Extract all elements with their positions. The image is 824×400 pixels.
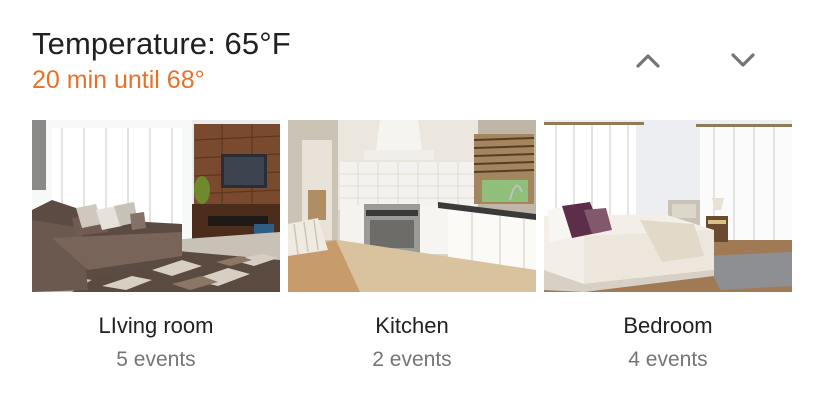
card-header: Temperature: 65°F 20 min until 68° xyxy=(32,26,291,96)
room-event-count: 4 events xyxy=(628,348,708,371)
kitchen-photo xyxy=(288,120,536,292)
living-room-photo xyxy=(32,120,280,292)
temperature-eta: 20 min until 68° xyxy=(32,66,205,94)
chevron-up-icon xyxy=(636,54,660,68)
room-name: Kitchen xyxy=(375,313,449,338)
room-event-count: 5 events xyxy=(116,348,196,371)
scroll-down-button[interactable] xyxy=(725,44,761,76)
room-card-living-room[interactable]: LIving room 5 events xyxy=(32,120,280,380)
temperature-title: Temperature: 65°F xyxy=(32,26,291,61)
room-event-count: 2 events xyxy=(372,348,452,371)
room-name: Bedroom xyxy=(623,313,713,338)
room-list: LIving room 5 events Kitchen 2 events Be… xyxy=(32,120,792,380)
scroll-up-button[interactable] xyxy=(630,44,666,76)
room-name: LIving room xyxy=(98,313,214,338)
chevron-down-icon xyxy=(731,53,755,67)
bedroom-photo xyxy=(544,120,792,292)
room-card-bedroom[interactable]: Bedroom 4 events xyxy=(544,120,792,380)
room-card-kitchen[interactable]: Kitchen 2 events xyxy=(288,120,536,380)
thermostat-card: Temperature: 65°F 20 min until 68° LIvin… xyxy=(0,0,824,400)
